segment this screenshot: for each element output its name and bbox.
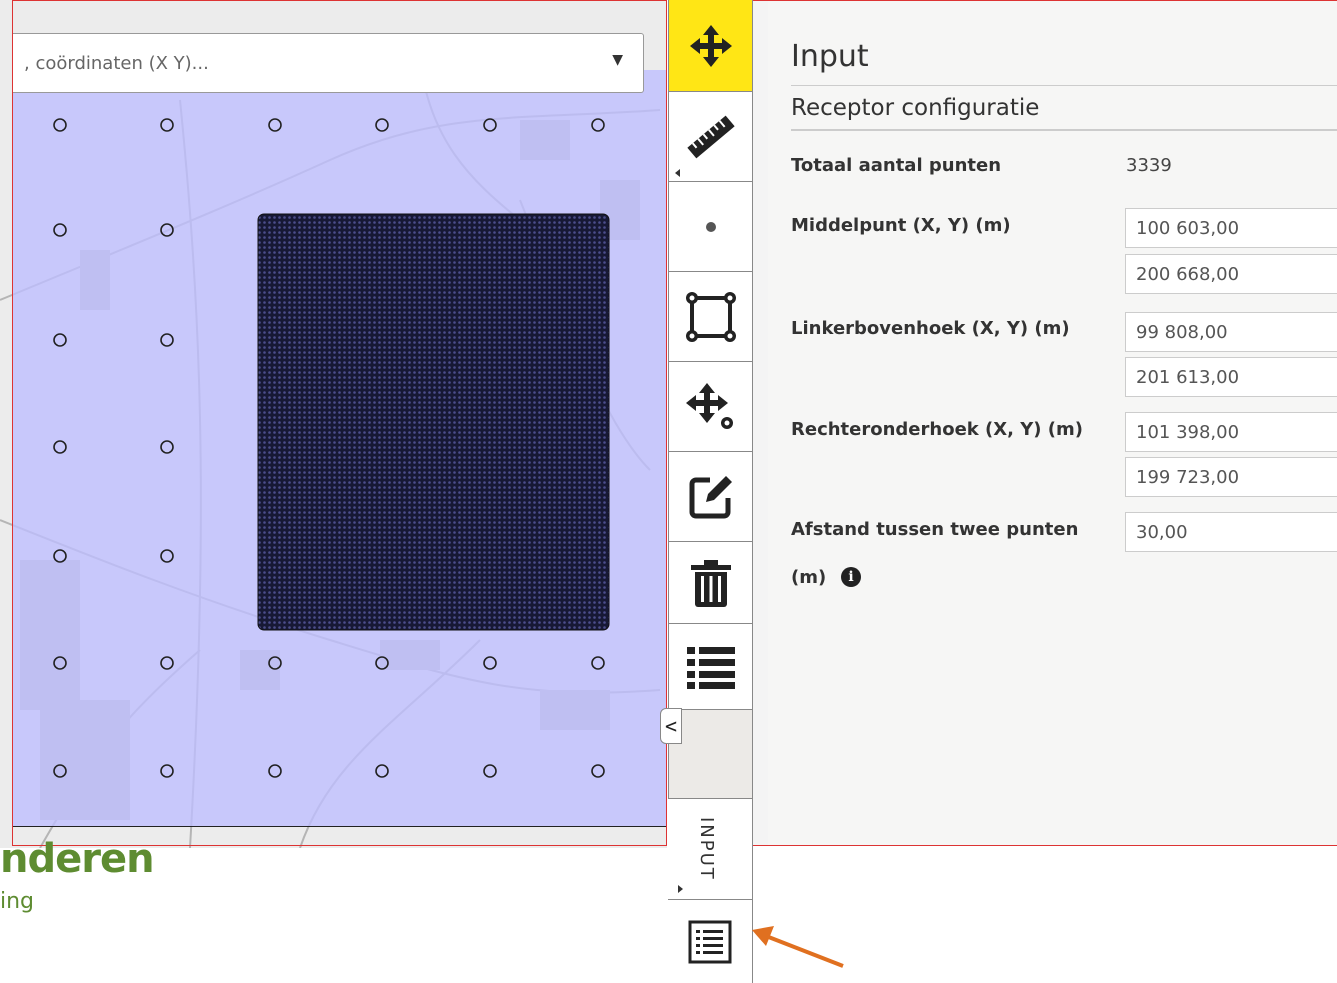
move-point-icon (685, 382, 733, 429)
top-left-x-field[interactable] (1125, 312, 1337, 352)
receptor-point (53, 764, 67, 778)
receptor-point (268, 656, 282, 670)
ruler-icon (686, 115, 735, 158)
receptor-point (53, 118, 67, 132)
receptor-point (375, 656, 389, 670)
input-panel: Input Receptor configuratie Totaal aanta… (753, 0, 1337, 846)
top-left-corner-label: Linkerbovenhoek (X, Y) (m) (791, 318, 1070, 339)
info-icon[interactable]: i (841, 567, 861, 587)
rectangle-tool-button[interactable] (669, 272, 752, 362)
caret-down-icon[interactable]: ▼ (612, 52, 623, 68)
top-left-y-field[interactable] (1125, 357, 1337, 397)
move-point-tool-button[interactable] (669, 362, 752, 452)
receptor-point (268, 764, 282, 778)
point-icon (705, 221, 716, 232)
list-icon (686, 646, 735, 689)
receptor-point (53, 549, 67, 563)
input-tab[interactable]: INPUT (668, 798, 752, 900)
receptor-point (591, 764, 605, 778)
receptor-point (160, 333, 174, 347)
section-title: Receptor configuratie (791, 95, 1040, 121)
panel-title: Input (791, 39, 869, 74)
receptor-points (53, 118, 610, 778)
receptor-point (160, 549, 174, 563)
receptor-point (591, 656, 605, 670)
search-input[interactable] (12, 34, 602, 92)
receptor-point (53, 656, 67, 670)
divider (791, 129, 1337, 131)
list-tool-button[interactable] (669, 624, 752, 710)
logo-text: nderen (0, 836, 155, 882)
trash-icon (690, 559, 731, 607)
submenu-indicator (675, 169, 680, 177)
move-tool-button[interactable] (669, 0, 752, 92)
list-view-icon (688, 920, 732, 963)
center-y-field[interactable] (1125, 254, 1337, 294)
distance-field[interactable] (1125, 512, 1337, 552)
receptor-point (483, 656, 497, 670)
logo-subtext: ing (0, 889, 35, 914)
receptor-area-overlay (12, 70, 667, 827)
receptor-point (53, 440, 67, 454)
edit-icon (689, 475, 732, 518)
search-box[interactable]: ▼ (12, 33, 644, 93)
receptor-point (160, 764, 174, 778)
chevron-left-icon: < (664, 714, 678, 738)
receptor-point (53, 223, 67, 237)
collapse-panel-button[interactable]: < (660, 708, 682, 744)
receptor-point (483, 764, 497, 778)
bottom-right-y-field[interactable] (1125, 457, 1337, 497)
map-view[interactable]: ▼ (0, 0, 667, 848)
divider (791, 85, 1337, 86)
receptor-point (160, 656, 174, 670)
receptor-point (53, 333, 67, 347)
input-tab-label: INPUT (696, 817, 717, 881)
bottom-right-x-field[interactable] (1125, 412, 1337, 452)
total-points-value: 3339 (1126, 155, 1172, 176)
point-tool-button[interactable] (669, 182, 752, 272)
receptor-point (375, 118, 389, 132)
center-x-field[interactable] (1125, 208, 1337, 248)
submenu-indicator (678, 885, 683, 893)
list-view-button[interactable] (668, 900, 752, 983)
receptor-point (375, 764, 389, 778)
rectangle-select-icon (685, 291, 736, 342)
edit-tool-button[interactable] (669, 452, 752, 542)
measure-tool-button[interactable] (669, 92, 752, 182)
receptor-point (591, 118, 605, 132)
delete-tool-button[interactable] (669, 542, 752, 624)
bottom-right-corner-label: Rechteronderhoek (X, Y) (m) (791, 419, 1083, 440)
receptor-point (268, 118, 282, 132)
dense-receptor-grid (257, 213, 610, 631)
distance-label: Afstand tussen twee punten (791, 519, 1079, 540)
annotation-arrow (752, 926, 844, 968)
receptor-point (160, 118, 174, 132)
move-icon (689, 24, 732, 67)
center-point-label: Middelpunt (X, Y) (m) (791, 215, 1011, 236)
receptor-point (160, 440, 174, 454)
receptor-point (160, 223, 174, 237)
total-points-label: Totaal aantal punten (791, 155, 1002, 176)
receptor-point (483, 118, 497, 132)
distance-unit-label: (m) (791, 567, 827, 588)
